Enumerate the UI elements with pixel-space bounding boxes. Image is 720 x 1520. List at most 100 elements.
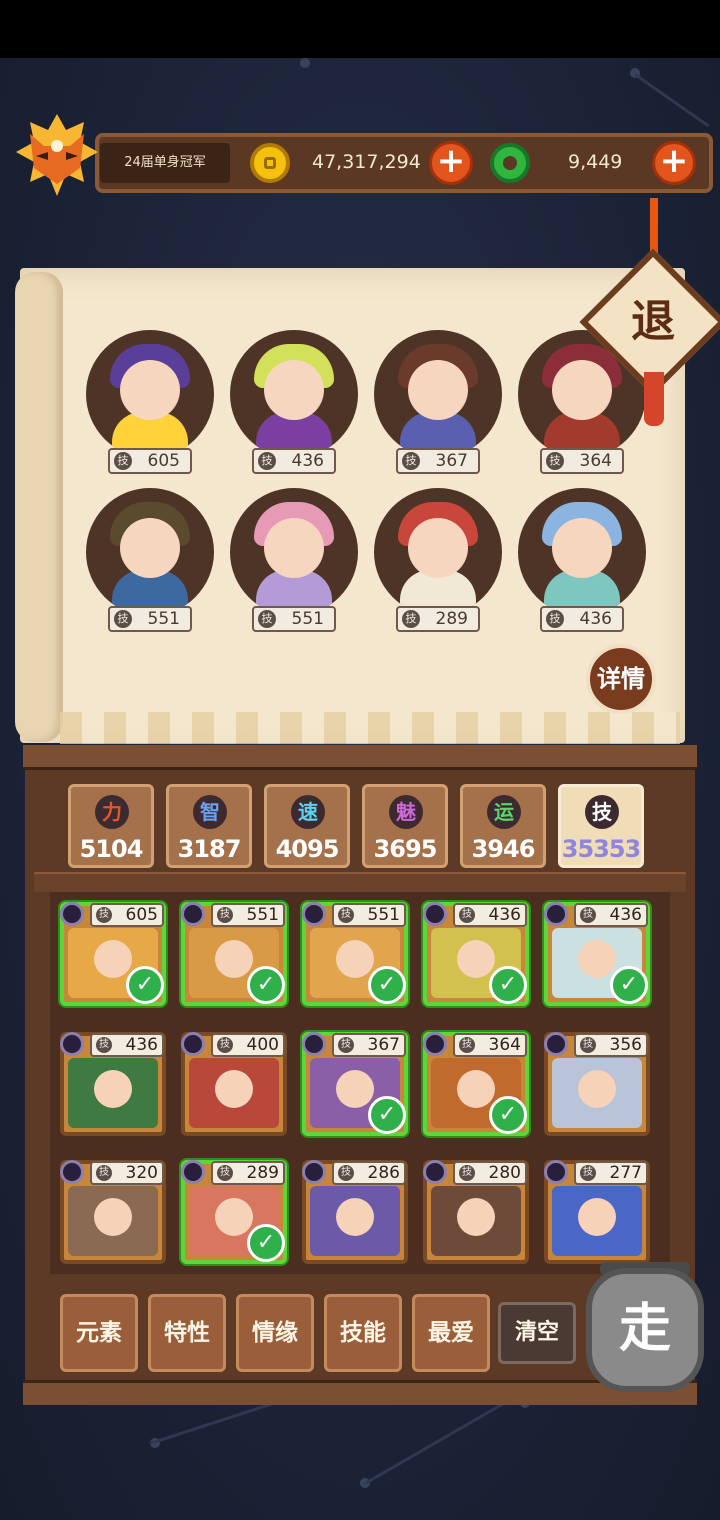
skill-icon: 技 (402, 452, 420, 470)
team-character-portrait[interactable] (86, 488, 214, 616)
stat-tile[interactable]: 运 3946 (460, 784, 546, 868)
scroll-roller (15, 272, 63, 742)
add-gold-button[interactable]: + (429, 141, 473, 185)
skill-icon: 技 (402, 610, 420, 628)
skill-number: 436 (125, 1035, 158, 1055)
roster-card[interactable]: 技 605 ✓ (60, 902, 166, 1006)
selected-check-icon: ✓ (610, 966, 648, 1004)
character-face (457, 940, 495, 978)
skill-icon: 技 (114, 452, 132, 470)
stat-value: 4095 (275, 835, 340, 863)
skill-number: 436 (291, 451, 324, 471)
roster-card[interactable]: 技 367 ✓ (302, 1032, 408, 1136)
stat-icon: 技 (585, 795, 619, 829)
card-skill-value: 技 356 (574, 1033, 648, 1057)
card-skill-value: 技 551 (211, 903, 285, 927)
character-face (457, 1070, 495, 1108)
stat-icon: 智 (193, 795, 227, 829)
skill-number: 436 (609, 905, 642, 925)
element-orb-icon (181, 1032, 205, 1056)
card-skill-value: 技 436 (574, 903, 648, 927)
skill-number: 551 (147, 609, 180, 629)
stat-value: 35353 (561, 835, 642, 863)
element-orb-icon (423, 902, 447, 926)
skill-number: 367 (435, 451, 468, 471)
skill-number: 436 (488, 905, 521, 925)
character-face (336, 1070, 374, 1108)
skill-number: 356 (609, 1035, 642, 1055)
exit-button[interactable]: 退 (615, 290, 691, 354)
stat-tile[interactable]: 速 4095 (264, 784, 350, 868)
team-character-portrait[interactable] (230, 488, 358, 616)
stat-tile[interactable]: 魅 3695 (362, 784, 448, 868)
team-character-portrait[interactable] (518, 488, 646, 616)
tassel (644, 372, 664, 426)
skill-number: 286 (367, 1163, 400, 1183)
character-face (578, 940, 616, 978)
roster-card[interactable]: 技 289 ✓ (181, 1160, 287, 1264)
roster-card[interactable]: 技 277 (544, 1160, 650, 1264)
stat-tile[interactable]: 力 5104 (68, 784, 154, 868)
roster-card[interactable]: 技 286 (302, 1160, 408, 1264)
filter-button[interactable]: 情缘 (236, 1294, 314, 1372)
team-skill-value: 技 551 (252, 606, 336, 632)
fox-mask-avatar[interactable] (14, 112, 100, 198)
team-skill-value: 技 289 (396, 606, 480, 632)
selected-check-icon: ✓ (489, 966, 527, 1004)
selected-check-icon: ✓ (368, 1096, 406, 1134)
skill-number: 364 (488, 1035, 521, 1055)
roster-card[interactable]: 技 320 (60, 1160, 166, 1264)
element-orb-icon (60, 1032, 84, 1056)
character-face (215, 1070, 253, 1108)
cabinet-top (23, 745, 697, 770)
character-face (94, 940, 132, 978)
skill-icon: 技 (459, 1165, 475, 1181)
player-title: 24届单身冠军 (100, 143, 230, 183)
card-skill-value: 技 280 (453, 1161, 527, 1185)
stat-tile[interactable]: 智 3187 (166, 784, 252, 868)
element-orb-icon (302, 1032, 326, 1056)
card-skill-value: 技 400 (211, 1033, 285, 1057)
team-character-portrait[interactable] (374, 488, 502, 616)
stat-tile[interactable]: 技 35353 (558, 784, 644, 868)
team-skill-value: 技 364 (540, 448, 624, 474)
add-jade-button[interactable]: + (652, 141, 696, 185)
skill-icon: 技 (459, 907, 475, 923)
roster-card[interactable]: 技 356 (544, 1032, 650, 1136)
roster-card[interactable]: 技 280 (423, 1160, 529, 1264)
scroll-wave-pattern (60, 712, 680, 744)
team-character-portrait[interactable] (230, 330, 358, 458)
card-skill-value: 技 320 (90, 1161, 164, 1185)
roster-card[interactable]: 技 551 ✓ (181, 902, 287, 1006)
skill-icon: 技 (338, 1165, 354, 1181)
roster-card[interactable]: 技 436 ✓ (423, 902, 529, 1006)
skill-icon: 技 (96, 1165, 112, 1181)
team-skill-value: 技 436 (252, 448, 336, 474)
stat-value: 3187 (177, 835, 242, 863)
filter-button[interactable]: 特性 (148, 1294, 226, 1372)
roster-card[interactable]: 技 400 (181, 1032, 287, 1136)
team-character-portrait[interactable] (86, 330, 214, 458)
filter-button[interactable]: 最爱 (412, 1294, 490, 1372)
status-bar (0, 0, 720, 58)
skill-icon: 技 (96, 1037, 112, 1053)
selected-check-icon: ✓ (126, 966, 164, 1004)
roster-card[interactable]: 技 436 (60, 1032, 166, 1136)
roster-card[interactable]: 技 551 ✓ (302, 902, 408, 1006)
clear-button[interactable]: 清空 (498, 1302, 576, 1364)
team-character-portrait[interactable] (374, 330, 502, 458)
go-button[interactable]: 走 (586, 1268, 704, 1392)
skill-number: 436 (579, 609, 612, 629)
element-orb-icon (423, 1160, 447, 1184)
card-skill-value: 技 364 (453, 1033, 527, 1057)
detail-button[interactable]: 详情 (586, 644, 656, 714)
roster-card[interactable]: 技 364 ✓ (423, 1032, 529, 1136)
skill-icon: 技 (546, 452, 564, 470)
filter-button[interactable]: 技能 (324, 1294, 402, 1372)
element-orb-icon (60, 902, 84, 926)
roster-card[interactable]: 技 436 ✓ (544, 902, 650, 1006)
filter-button[interactable]: 元素 (60, 1294, 138, 1372)
skill-icon: 技 (258, 610, 276, 628)
skill-number: 400 (246, 1035, 279, 1055)
character-face (215, 1198, 253, 1236)
